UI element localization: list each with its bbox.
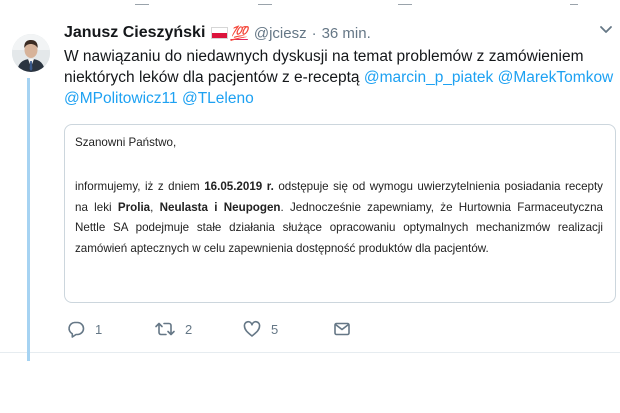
author-handle[interactable]: @jciesz xyxy=(254,25,307,42)
separator-dot: · xyxy=(311,24,317,42)
edge-mark xyxy=(258,0,272,5)
direct-message-button[interactable] xyxy=(332,318,352,340)
previous-tweet-edge xyxy=(0,0,620,8)
retweet-count: 2 xyxy=(185,321,193,337)
mention-link[interactable]: @marcin_p_piatek xyxy=(364,69,493,86)
like-icon xyxy=(243,320,261,337)
avatar-image xyxy=(12,34,50,72)
reply-icon xyxy=(68,321,85,338)
retweet-icon xyxy=(155,322,175,336)
letter-body: informujemy, iż z dniem 16.05.2019 r. od… xyxy=(75,180,603,255)
avatar[interactable] xyxy=(12,34,50,72)
tweet-header: Janusz Cieszyński 💯 @jciesz · 36 min. xyxy=(64,22,371,44)
tweet-timestamp[interactable]: 36 min. xyxy=(322,25,371,42)
like-count: 5 xyxy=(271,321,279,337)
reply-button[interactable]: 1 xyxy=(66,318,102,340)
tweet[interactable]: Janusz Cieszyński 💯 @jciesz · 36 min. W … xyxy=(0,8,620,361)
hundred-points-icon: 💯 xyxy=(230,24,248,41)
author-name[interactable]: Janusz Cieszyński xyxy=(64,24,205,42)
thread-line xyxy=(27,78,30,361)
like-button[interactable]: 5 xyxy=(242,318,278,340)
retweet-button[interactable]: 2 xyxy=(154,318,192,340)
direct-message-icon xyxy=(334,322,350,336)
tweet-actions: 1 2 5 xyxy=(64,318,364,340)
mention-link[interactable]: @MPolitowicz11 xyxy=(64,90,178,107)
poland-flag-icon xyxy=(211,27,229,39)
attached-image[interactable]: Szanowni Państwo, informujemy, iż z dnie… xyxy=(64,124,616,303)
edge-mark xyxy=(135,0,149,5)
letter-document: Szanowni Państwo, informujemy, iż z dnie… xyxy=(75,135,603,259)
mention-link[interactable]: @MarekTomkow xyxy=(498,69,614,86)
tweet-text: W nawiązaniu do niedawnych dyskusji na t… xyxy=(64,46,614,109)
reply-count: 1 xyxy=(95,321,103,337)
edge-mark xyxy=(398,0,412,5)
mention-link[interactable]: @TLeleno xyxy=(182,90,254,107)
letter-greeting: Szanowni Państwo, xyxy=(75,136,177,149)
edge-mark xyxy=(570,0,578,5)
chevron-down-icon[interactable] xyxy=(598,22,614,36)
